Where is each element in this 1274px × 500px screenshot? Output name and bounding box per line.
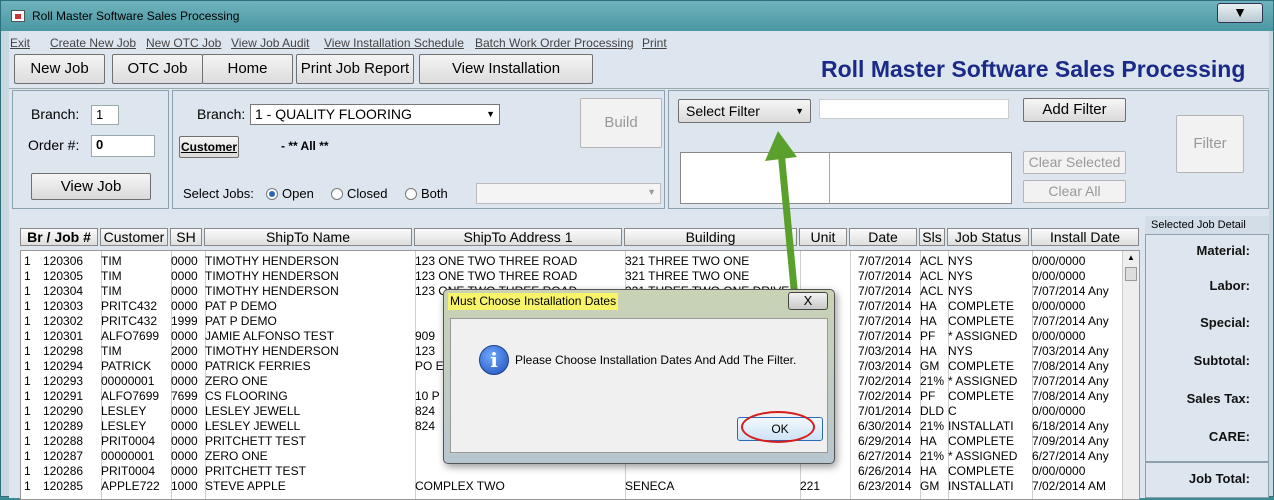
arrow-head xyxy=(765,131,797,161)
main-window: Roll Master Software Sales Processing ▼ … xyxy=(0,0,1274,500)
annotation-highlight-ring xyxy=(741,411,815,443)
dialog-title: Must Choose Installation Dates xyxy=(448,293,619,310)
dialog-message: Please Choose Installation Dates And Add… xyxy=(515,353,797,367)
close-button[interactable]: X xyxy=(788,292,828,310)
info-icon: i xyxy=(479,345,509,375)
close-icon: X xyxy=(803,293,813,308)
